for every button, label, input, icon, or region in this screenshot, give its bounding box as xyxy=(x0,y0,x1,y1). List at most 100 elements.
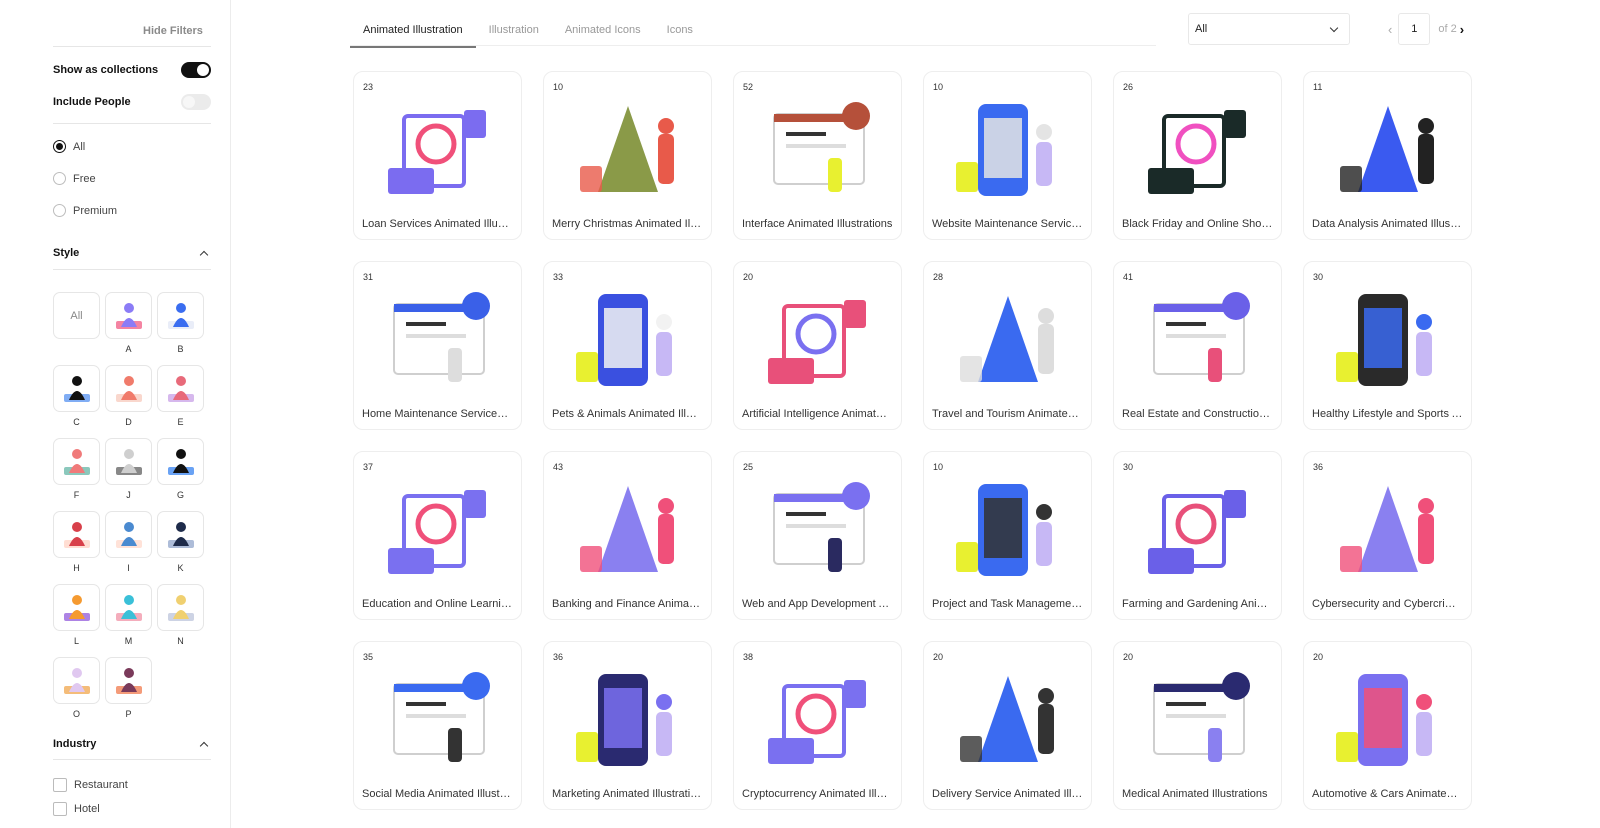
style-thumbnail xyxy=(105,365,152,412)
collection-card[interactable]: 20 Delivery Service Animated Illustration… xyxy=(923,641,1092,810)
collection-thumbnail xyxy=(364,664,513,778)
previous-page-icon[interactable]: ‹ xyxy=(1388,22,1392,37)
collection-card[interactable]: 10 Website Maintenance Services Animated … xyxy=(923,71,1092,240)
page-number-input[interactable] xyxy=(1398,13,1431,45)
style-option-p[interactable]: P xyxy=(105,657,152,719)
style-option-e[interactable]: E xyxy=(157,365,204,427)
checkbox[interactable] xyxy=(53,802,67,816)
style-option-n[interactable]: N xyxy=(157,584,204,646)
collection-card[interactable]: 30 Farming and Gardening Animated Illustr… xyxy=(1113,451,1282,620)
style-preview-illustration xyxy=(63,521,90,548)
collection-thumbnail xyxy=(364,94,513,208)
radio-button[interactable] xyxy=(53,204,66,217)
style-letter: F xyxy=(73,490,80,500)
style-option-d[interactable]: D xyxy=(105,365,152,427)
collection-title: Travel and Tourism Animated Illustration… xyxy=(932,408,1083,420)
collection-title: Pets & Animals Animated Illustrations xyxy=(552,408,703,420)
include-people-row: Include People xyxy=(53,94,211,110)
collection-thumbnail xyxy=(1314,664,1463,778)
show-as-collections-toggle[interactable] xyxy=(181,62,211,78)
collection-card[interactable]: 37 Education and Online Learning Animated… xyxy=(353,451,522,620)
style-option-b[interactable]: B xyxy=(157,292,204,354)
collection-card[interactable]: 20 Artificial Intelligence Animated Illus… xyxy=(733,261,902,430)
pricing-radio-all[interactable]: All xyxy=(53,140,85,153)
industry-checkbox-restaurant[interactable]: Restaurant xyxy=(53,778,128,792)
style-section-header[interactable]: Style xyxy=(53,247,211,259)
collection-card[interactable]: 10 Project and Task Management Animated I… xyxy=(923,451,1092,620)
collection-thumbnail xyxy=(1124,284,1273,398)
collection-card[interactable]: 52 Interface Animated Illustrations xyxy=(733,71,902,240)
collection-card[interactable]: 31 Home Maintenance Services Animated Ill… xyxy=(353,261,522,430)
collection-title: Interface Animated Illustrations xyxy=(742,218,893,230)
style-option-g[interactable]: G xyxy=(157,438,204,500)
tab-animated-icons[interactable]: Animated Icons xyxy=(552,18,654,46)
collection-card[interactable]: 26 Black Friday and Online Shopping Anima… xyxy=(1113,71,1282,240)
radio-button[interactable] xyxy=(53,172,66,185)
item-count: 11 xyxy=(1313,82,1323,92)
industry-section-header[interactable]: Industry xyxy=(53,738,211,750)
style-option-i[interactable]: I xyxy=(105,511,152,573)
collection-card[interactable]: 23 Loan Services Animated Illustrations xyxy=(353,71,522,240)
style-option-c[interactable]: C xyxy=(53,365,100,427)
style-option-j[interactable]: J xyxy=(105,438,152,500)
collection-card[interactable]: 25 Web and App Development Animated Illus… xyxy=(733,451,902,620)
item-count: 25 xyxy=(743,462,754,472)
collection-title: Farming and Gardening Animated Illustrat… xyxy=(1122,598,1273,610)
illustration-preview xyxy=(576,674,672,766)
filter-select-value: All xyxy=(1195,23,1208,35)
radio-label: Premium xyxy=(73,204,118,217)
style-thumbnail xyxy=(157,438,204,485)
collection-card[interactable]: 33 Pets & Animals Animated Illustrations xyxy=(543,261,712,430)
item-count: 10 xyxy=(553,82,564,92)
collection-card[interactable]: 43 Banking and Finance Animated Illustrat… xyxy=(543,451,712,620)
tab-animated-illustration[interactable]: Animated Illustration xyxy=(350,18,476,48)
style-option-all[interactable]: All xyxy=(53,292,100,339)
checkbox[interactable] xyxy=(53,778,67,792)
pricing-radio-premium[interactable]: Premium xyxy=(53,204,117,217)
tab-illustration[interactable]: Illustration xyxy=(476,18,552,46)
include-people-toggle[interactable] xyxy=(181,94,211,110)
show-as-collections-label: Show as collections xyxy=(53,64,159,76)
collection-card[interactable]: 36 Cybersecurity and Cybercrime Animated … xyxy=(1303,451,1472,620)
item-count: 37 xyxy=(363,462,374,472)
style-option-f[interactable]: F xyxy=(53,438,100,500)
checkbox-label: Restaurant xyxy=(74,779,128,791)
style-option-m[interactable]: M xyxy=(105,584,152,646)
item-count: 20 xyxy=(1123,652,1134,662)
collection-card[interactable]: 11 Data Analysis Animated Illustrations xyxy=(1303,71,1472,240)
style-option-o[interactable]: O xyxy=(53,657,100,719)
style-option-l[interactable]: L xyxy=(53,584,100,646)
style-option-a[interactable]: A xyxy=(105,292,152,354)
collection-card[interactable]: 20 Automotive & Cars Animated Illustratio… xyxy=(1303,641,1472,810)
collection-card[interactable]: 41 Real Estate and Construction Animated … xyxy=(1113,261,1282,430)
toggle-knob xyxy=(183,96,195,108)
industry-checkbox-hotel[interactable]: Hotel xyxy=(53,802,100,816)
style-preview-illustration xyxy=(167,375,194,402)
style-thumbnail xyxy=(53,657,100,704)
collection-card[interactable]: 38 Cryptocurrency Animated Illustrations xyxy=(733,641,902,810)
style-preview-illustration xyxy=(167,448,194,475)
collection-card[interactable]: 30 Healthy Lifestyle and Sports Animated … xyxy=(1303,261,1472,430)
collection-card[interactable]: 35 Social Media Animated Illustrations xyxy=(353,641,522,810)
style-thumbnail xyxy=(105,511,152,558)
collection-card[interactable]: 20 Medical Animated Illustrations xyxy=(1113,641,1282,810)
radio-button[interactable] xyxy=(53,140,66,153)
item-count: 20 xyxy=(1313,652,1324,662)
next-page-icon[interactable]: › xyxy=(1460,22,1464,37)
style-option-h[interactable]: H xyxy=(53,511,100,573)
tab-icons[interactable]: Icons xyxy=(654,18,706,46)
pricing-radio-free[interactable]: Free xyxy=(53,172,96,185)
style-option-k[interactable]: K xyxy=(157,511,204,573)
collection-title: Merry Christmas Animated Illustrations xyxy=(552,218,703,230)
collection-card[interactable]: 28 Travel and Tourism Animated Illustrati… xyxy=(923,261,1092,430)
collection-card[interactable]: 10 Merry Christmas Animated Illustrations xyxy=(543,71,712,240)
style-preview-illustration xyxy=(63,448,90,475)
hide-filters-button[interactable]: Hide Filters xyxy=(143,25,203,37)
chevron-up-icon xyxy=(199,741,209,750)
divider xyxy=(53,123,211,124)
illustration-preview xyxy=(1336,674,1432,766)
filter-select[interactable]: All xyxy=(1188,13,1350,45)
style-thumbnail: All xyxy=(53,292,100,339)
collections-grid: 23 Loan Services Animated Illustrations 10… xyxy=(353,71,1472,810)
collection-card[interactable]: 36 Marketing Animated Illustrations xyxy=(543,641,712,810)
